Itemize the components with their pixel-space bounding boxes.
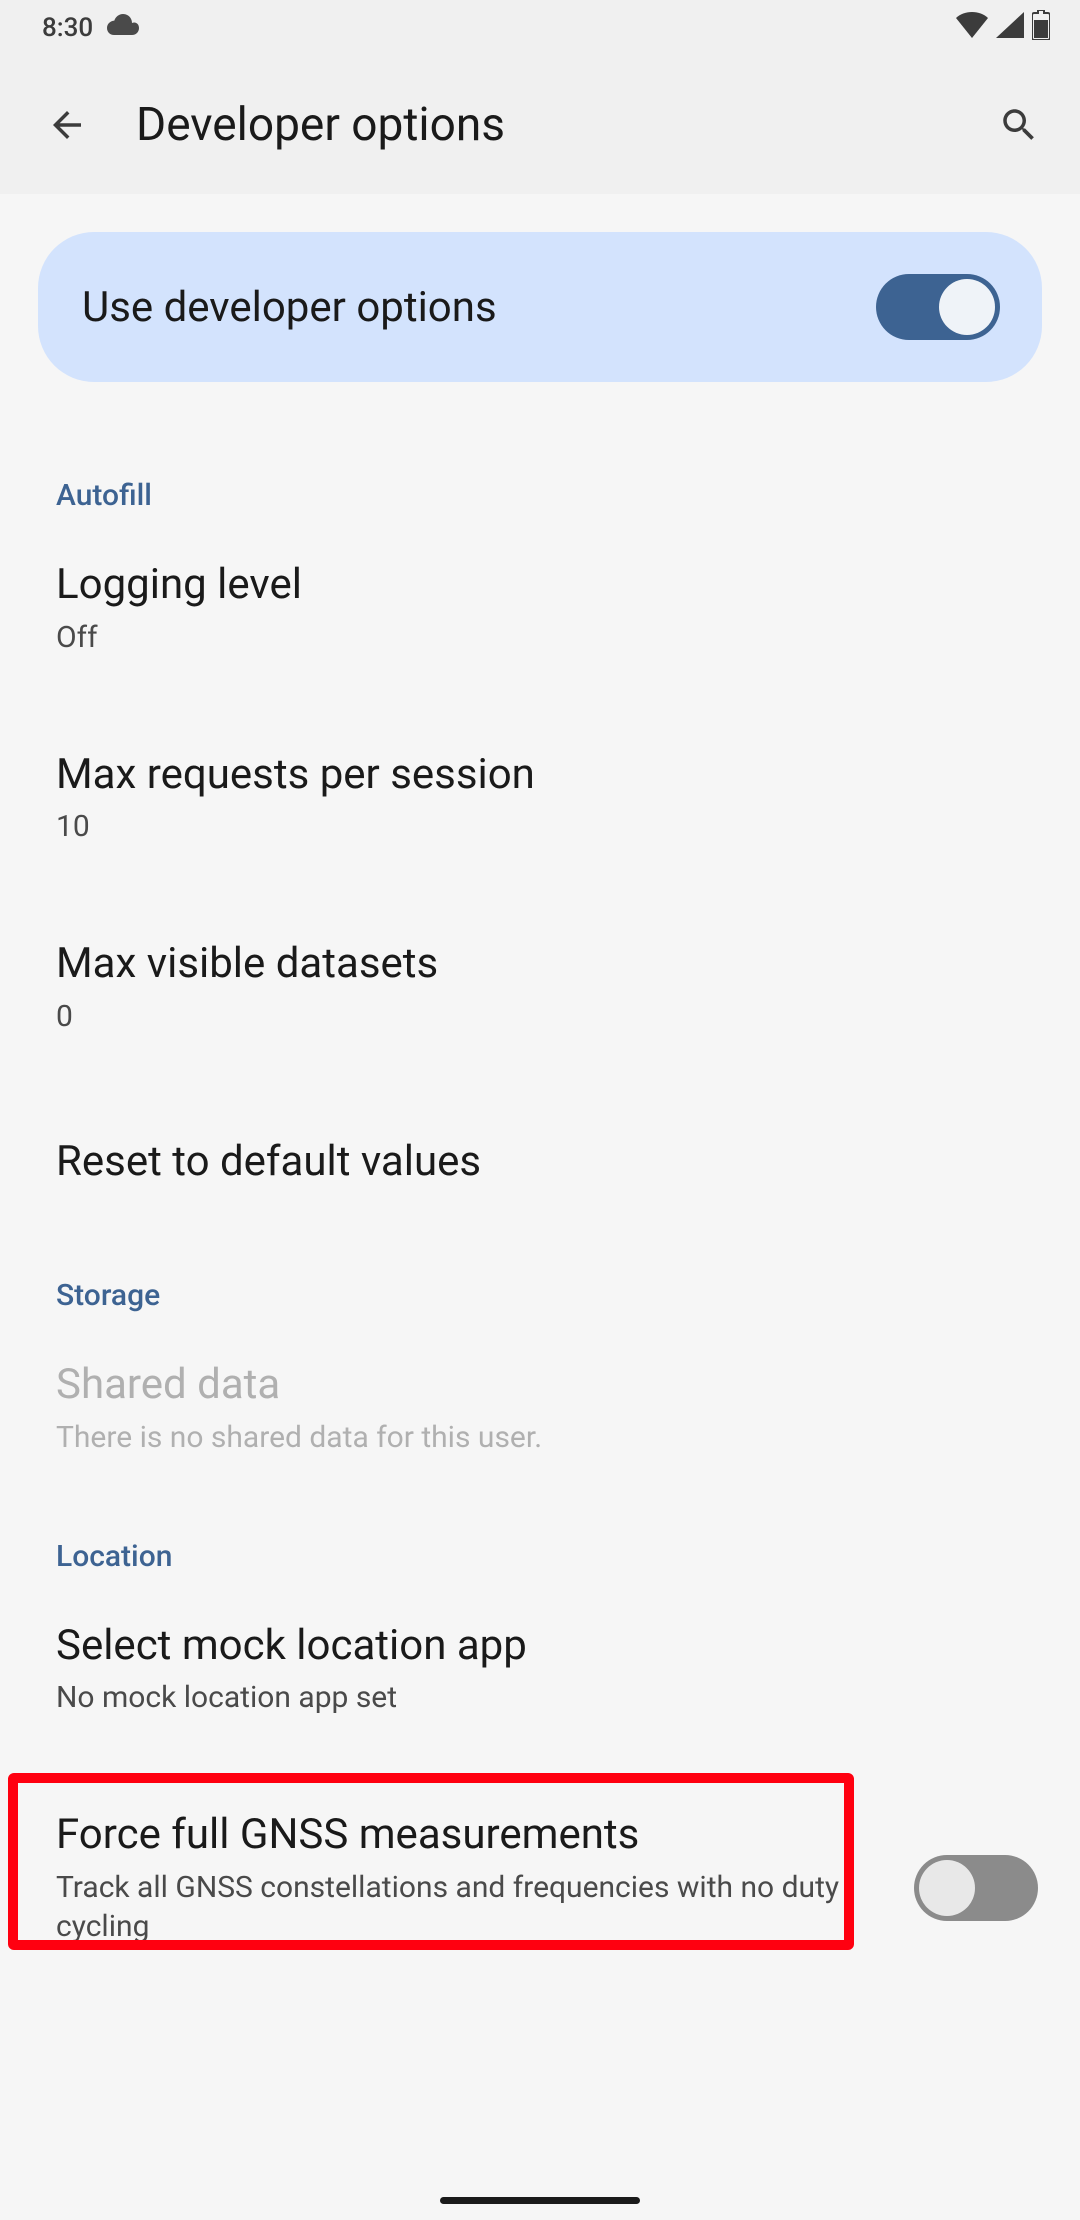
cloud-icon xyxy=(107,13,139,44)
search-icon xyxy=(998,104,1040,146)
master-toggle-switch[interactable] xyxy=(876,274,1000,340)
status-time: 8:30 xyxy=(42,13,93,43)
arrow-back-icon xyxy=(46,104,88,146)
setting-max-datasets[interactable]: Max visible datasets 0 xyxy=(0,892,1080,1082)
battery-icon xyxy=(1032,10,1050,47)
section-header-storage: Storage xyxy=(0,1242,1080,1313)
setting-logging-level[interactable]: Logging level Off xyxy=(0,513,1080,703)
setting-title: Max requests per session xyxy=(56,749,1024,802)
navigation-bar xyxy=(0,2180,1080,2220)
setting-subtitle: No mock location app set xyxy=(56,1678,1024,1717)
setting-shared-data: Shared data There is no shared data for … xyxy=(0,1313,1080,1503)
status-bar: 8:30 xyxy=(0,0,1080,56)
setting-max-requests[interactable]: Max requests per session 10 xyxy=(0,703,1080,893)
gnss-toggle-switch[interactable] xyxy=(914,1855,1038,1921)
section-header-location: Location xyxy=(0,1503,1080,1574)
status-right xyxy=(956,10,1050,47)
app-bar: Developer options xyxy=(0,56,1080,194)
setting-title: Force full GNSS measurements xyxy=(56,1809,890,1862)
master-toggle-label: Use developer options xyxy=(82,283,497,332)
setting-title: Logging level xyxy=(56,559,1024,612)
setting-subtitle: Track all GNSS constellations and freque… xyxy=(56,1868,890,1946)
section-header-autofill: Autofill xyxy=(0,382,1080,513)
wifi-icon xyxy=(956,12,988,45)
status-left: 8:30 xyxy=(42,13,139,44)
back-button[interactable] xyxy=(36,94,98,156)
nav-handle[interactable] xyxy=(440,2197,640,2204)
setting-subtitle: 0 xyxy=(56,997,1024,1036)
setting-title: Shared data xyxy=(56,1359,1024,1412)
signal-icon xyxy=(996,12,1024,45)
setting-subtitle: 10 xyxy=(56,807,1024,846)
switch-thumb xyxy=(919,1860,975,1916)
settings-content[interactable]: Use developer options Autofill Logging l… xyxy=(0,194,1080,2220)
switch-thumb xyxy=(939,279,995,335)
setting-subtitle: There is no shared data for this user. xyxy=(56,1418,1024,1457)
setting-reset-defaults[interactable]: Reset to default values xyxy=(0,1082,1080,1243)
setting-title: Select mock location app xyxy=(56,1620,1024,1673)
setting-subtitle: Off xyxy=(56,618,1024,657)
setting-force-gnss[interactable]: Force full GNSS measurements Track all G… xyxy=(0,1763,1080,1992)
search-button[interactable] xyxy=(988,94,1050,156)
setting-title: Reset to default values xyxy=(56,1136,1024,1189)
setting-title: Max visible datasets xyxy=(56,938,1024,991)
setting-mock-location[interactable]: Select mock location app No mock locatio… xyxy=(0,1574,1080,1764)
page-title: Developer options xyxy=(136,98,988,152)
master-toggle-row[interactable]: Use developer options xyxy=(38,232,1042,382)
